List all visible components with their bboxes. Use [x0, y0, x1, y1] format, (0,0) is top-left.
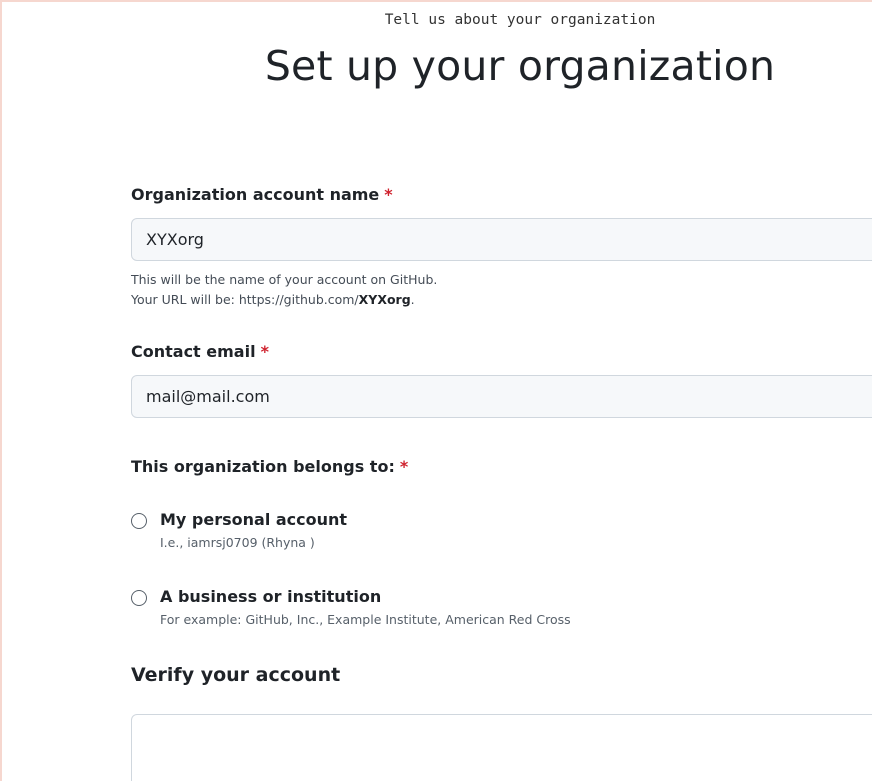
org-url-suffix: .: [410, 292, 415, 307]
radio-button-personal[interactable]: [131, 513, 147, 529]
org-url-help-line: Your URL will be: https://github.com/XYX…: [131, 290, 437, 310]
contact-email-label: Contact email *: [131, 342, 269, 361]
radio-title-personal[interactable]: My personal account: [160, 510, 347, 529]
verify-captcha-box[interactable]: [131, 714, 872, 781]
org-url-name: XYXorg: [358, 292, 411, 307]
radio-description-business: For example: GitHub, Inc., Example Insti…: [160, 612, 571, 627]
verify-section-title: Verify your account: [131, 664, 341, 686]
required-mark: *: [399, 457, 409, 476]
org-url-prefix: Your URL will be: https://github.com/: [131, 292, 359, 307]
belongs-to-label-text: This organization belongs to:: [131, 457, 395, 476]
required-mark: *: [384, 185, 393, 204]
org-name-help: This will be the name of your account on…: [131, 270, 437, 310]
org-name-label: Organization account name *: [131, 185, 393, 204]
page-subtitle: Tell us about your organization: [384, 12, 656, 28]
page-title: Set up your organization: [264, 42, 776, 90]
org-name-input[interactable]: [131, 218, 872, 261]
org-name-label-text: Organization account name: [131, 185, 380, 204]
belongs-to-label: This organization belongs to: *: [131, 457, 408, 476]
radio-title-business[interactable]: A business or institution: [160, 587, 381, 606]
org-name-help-line: This will be the name of your account on…: [131, 272, 438, 287]
radio-button-business[interactable]: [131, 590, 147, 606]
radio-description-personal: I.e., iamrsj0709 (Rhyna ): [160, 535, 315, 550]
contact-email-label-text: Contact email: [131, 342, 256, 361]
required-mark: *: [260, 342, 269, 361]
contact-email-input[interactable]: [131, 375, 872, 418]
